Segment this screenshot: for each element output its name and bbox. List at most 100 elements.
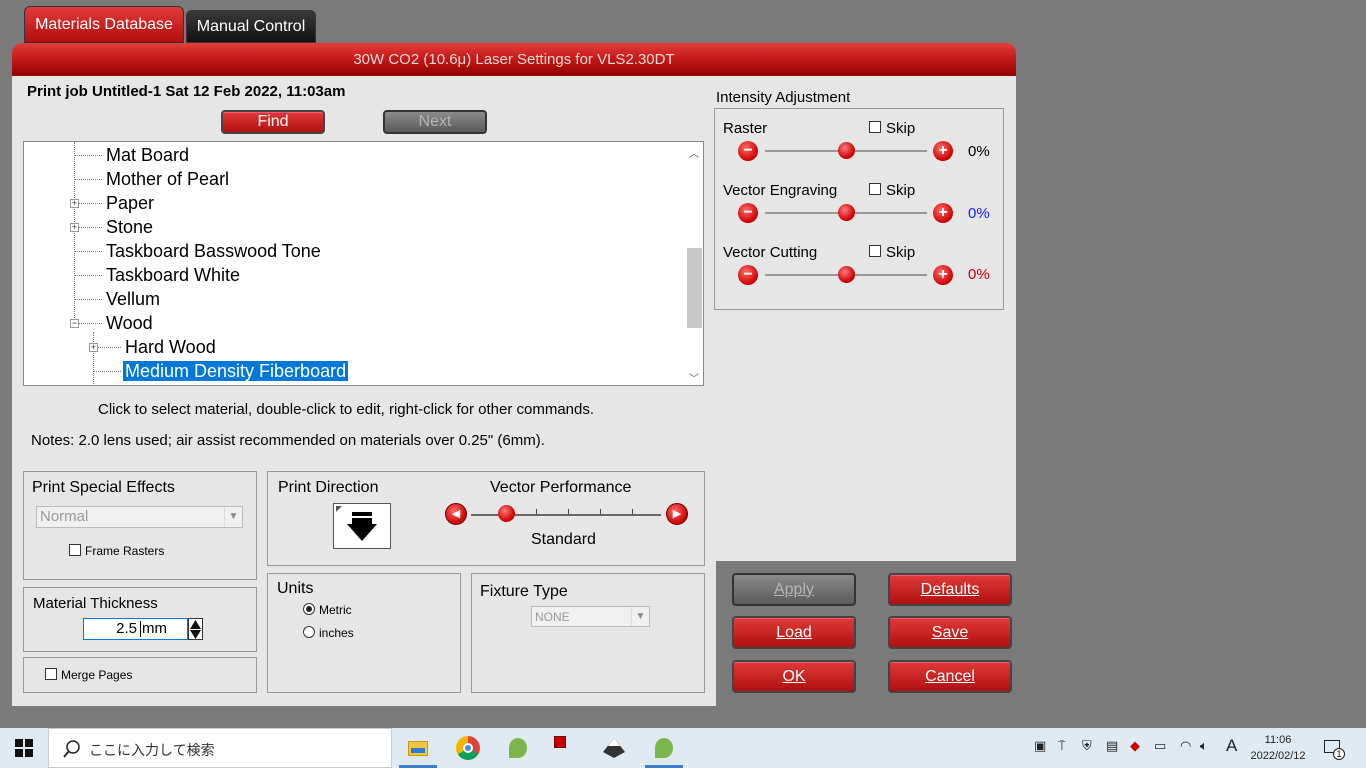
window-title-bar: 30W CO2 (10.6μ) Laser Settings for VLS2.…	[12, 43, 1016, 76]
wifi-icon[interactable]: ◠	[1180, 738, 1191, 754]
frame-rasters-label: Frame Rasters	[85, 544, 165, 558]
vector-cutting-slider-knob[interactable]	[837, 266, 855, 283]
thickness-title: Material Thickness	[33, 595, 158, 612]
load-button[interactable]: Load	[732, 616, 856, 649]
scroll-down-icon[interactable]: ﹀	[689, 370, 699, 385]
taskbar-clock[interactable]: 11:06 2022/02/12	[1244, 732, 1312, 764]
raster-label: Raster	[723, 120, 768, 137]
job-title: Print job Untitled-1 Sat 12 Feb 2022, 11…	[27, 83, 346, 100]
vector-cutting-skip-label: Skip	[886, 244, 916, 261]
monitor-icon[interactable]: ▤	[1106, 738, 1118, 754]
tab-materials-database[interactable]: Materials Database	[24, 6, 184, 43]
notification-count: 1	[1333, 748, 1345, 760]
tree-item-hard-wood[interactable]: Hard Wood	[125, 335, 216, 359]
thickness-stepper[interactable]	[188, 618, 203, 640]
special-effects-title: Print Special Effects	[32, 479, 175, 496]
fixture-title: Fixture Type	[480, 583, 568, 600]
vector-cutting-label: Vector Cutting	[723, 244, 818, 261]
apply-button[interactable]: Apply	[732, 573, 856, 606]
thickness-input[interactable]: 2.5 mm	[83, 618, 188, 640]
defaults-button[interactable]: Defaults	[888, 573, 1012, 606]
tree-item-stone[interactable]: Stone	[106, 215, 153, 239]
scroll-thumb[interactable]	[687, 248, 702, 328]
chevron-down-icon: ▼	[224, 507, 242, 527]
vector-engraving-skip-checkbox[interactable]	[869, 183, 881, 195]
metric-radio[interactable]	[303, 603, 315, 615]
expand-icon[interactable]: +	[70, 199, 79, 208]
raster-decrease-button[interactable]: −	[738, 141, 758, 161]
raster-slider-knob[interactable]	[837, 142, 855, 159]
print-direction-title: Print Direction	[278, 479, 379, 496]
tree-item-wood[interactable]: Wood	[106, 311, 153, 335]
tree-hint: Click to select material, double-click t…	[98, 401, 595, 418]
special-effects-select[interactable]: Normal ▼	[36, 506, 243, 528]
frame-rasters-checkbox[interactable]	[69, 544, 81, 556]
collapse-icon[interactable]: −	[70, 319, 79, 328]
tree-item-paper[interactable]: Paper	[106, 191, 154, 215]
raster-skip-checkbox[interactable]	[869, 121, 881, 133]
inkscape-icon[interactable]	[602, 736, 626, 760]
tree-item-taskboard-basswood-tone[interactable]: Taskboard Basswood Tone	[106, 239, 321, 263]
ok-button[interactable]: OK	[732, 660, 856, 693]
cancel-button[interactable]: Cancel	[888, 660, 1012, 693]
stepper-down-icon[interactable]	[190, 630, 201, 639]
material-tree[interactable]: Mat Board Mother of Pearl + Paper + Ston…	[23, 141, 704, 386]
usb-icon[interactable]: ⍑	[1058, 738, 1066, 754]
performance-left-icon[interactable]: ◀	[445, 503, 467, 525]
expand-icon[interactable]: +	[70, 223, 79, 232]
thickness-value: 2.5	[116, 620, 137, 637]
vector-engraving-increase-button[interactable]: +	[933, 203, 953, 223]
tree-item-vellum[interactable]: Vellum	[106, 287, 160, 311]
pdf-app-icon[interactable]	[552, 734, 568, 750]
scroll-up-icon[interactable]: ︿	[689, 145, 699, 160]
performance-right-icon[interactable]: ▶	[666, 503, 688, 525]
laser-app-icon[interactable]	[506, 736, 530, 760]
network-device-icon[interactable]: ▣	[1034, 738, 1046, 754]
tree-item-medium-density-fiberboard[interactable]: Medium Density Fiberboard	[123, 359, 349, 383]
notification-icon[interactable]: 1	[1324, 738, 1346, 760]
vector-cutting-skip-checkbox[interactable]	[869, 245, 881, 257]
merge-pages-checkbox[interactable]	[45, 668, 57, 680]
vector-engraving-value: 0%	[968, 205, 990, 222]
chrome-icon[interactable]	[456, 736, 480, 760]
inches-label: inches	[319, 626, 354, 640]
print-direction-button[interactable]	[333, 503, 391, 549]
merge-pages-group	[23, 657, 257, 693]
tab-manual-control[interactable]: Manual Control	[186, 10, 316, 43]
inches-radio[interactable]	[303, 626, 315, 638]
next-button[interactable]: Next	[383, 110, 487, 134]
raster-value: 0%	[968, 143, 990, 160]
tree-scrollbar[interactable]: ︿ ﹀	[686, 142, 703, 385]
stepper-up-icon[interactable]	[190, 620, 201, 629]
vector-engraving-skip-label: Skip	[886, 182, 916, 199]
clock-date: 2022/02/12	[1250, 750, 1306, 762]
vector-engraving-slider-knob[interactable]	[837, 204, 855, 221]
chevron-down-icon: ▼	[631, 607, 649, 626]
taskbar-search[interactable]: ここに入力して検索	[48, 728, 392, 768]
vector-engraving-label: Vector Engraving	[723, 182, 838, 199]
tree-item-mother-of-pearl[interactable]: Mother of Pearl	[106, 167, 229, 191]
laser-tray-icon[interactable]: ◆	[1130, 738, 1140, 754]
merge-pages-label: Merge Pages	[61, 668, 133, 682]
save-button[interactable]: Save	[888, 616, 1012, 649]
tree-item-mat-board[interactable]: Mat Board	[106, 143, 189, 167]
vector-cutting-decrease-button[interactable]: −	[738, 265, 758, 285]
laser-app-active-icon[interactable]	[652, 736, 676, 760]
performance-slider-knob[interactable]	[498, 505, 515, 522]
vector-engraving-decrease-button[interactable]: −	[738, 203, 758, 223]
battery-icon[interactable]: ▭	[1154, 738, 1166, 754]
tree-item-taskboard-white[interactable]: Taskboard White	[106, 263, 240, 287]
find-button[interactable]: Find	[221, 110, 325, 134]
expand-icon[interactable]: +	[89, 343, 98, 352]
fixture-select[interactable]: NONE ▼	[531, 606, 650, 627]
ime-indicator[interactable]: A	[1226, 736, 1237, 756]
raster-increase-button[interactable]: +	[933, 141, 953, 161]
raster-skip-label: Skip	[886, 120, 916, 137]
security-icon[interactable]: ⛨	[1082, 738, 1092, 754]
windows-icon	[15, 739, 33, 757]
file-explorer-icon[interactable]	[406, 736, 430, 760]
volume-icon[interactable]: 🔈︎	[1200, 738, 1208, 754]
start-button[interactable]	[0, 728, 48, 768]
search-icon	[63, 740, 80, 758]
vector-cutting-increase-button[interactable]: +	[933, 265, 953, 285]
